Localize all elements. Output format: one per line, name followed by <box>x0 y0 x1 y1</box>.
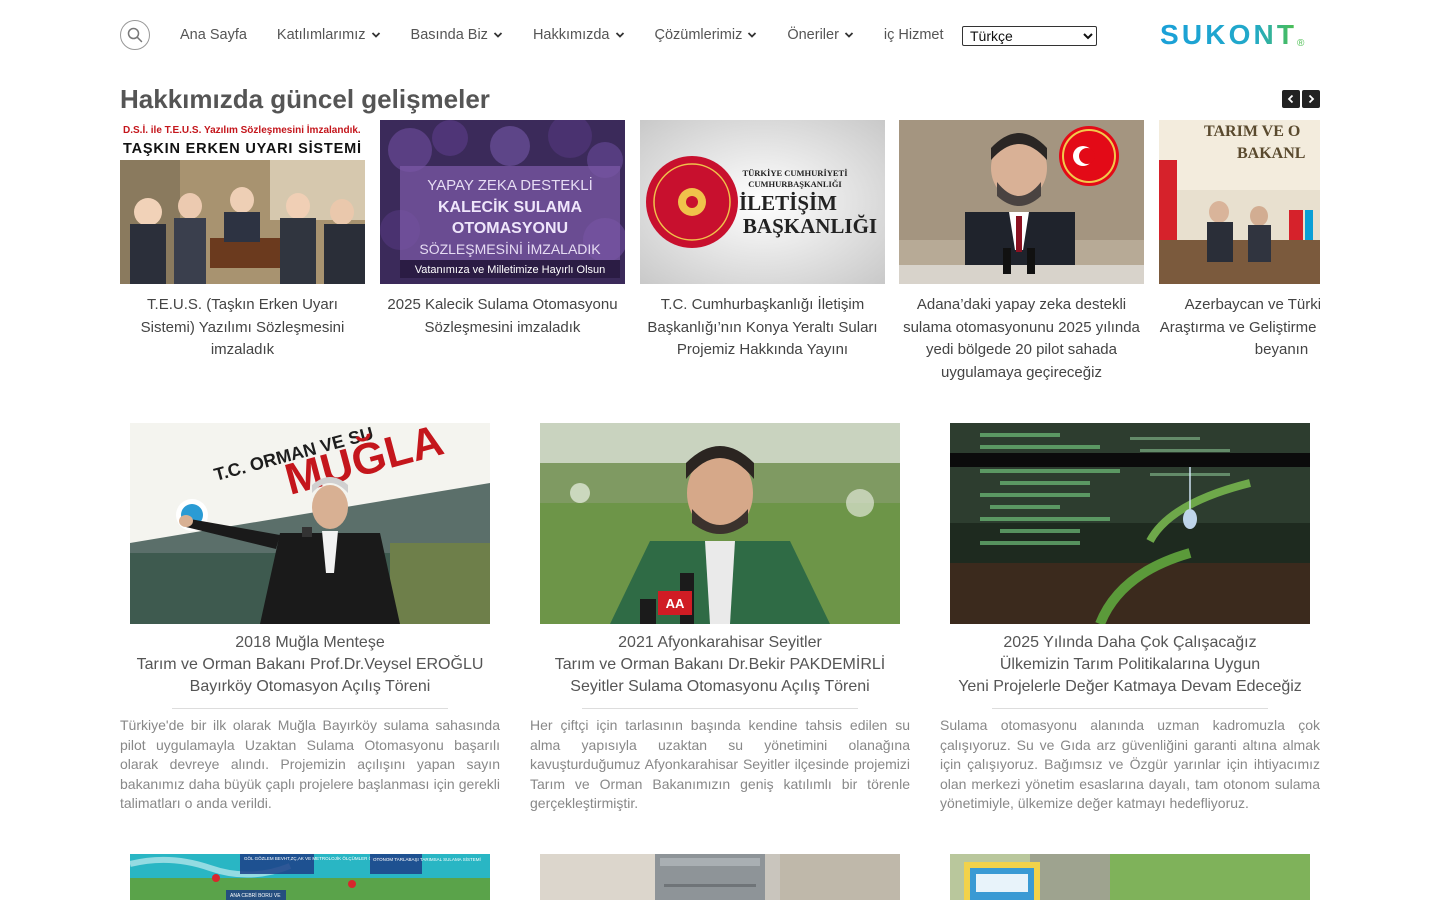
sukont-logo[interactable]: SUKONT ® <box>1160 19 1310 50</box>
slider-arrows <box>1282 90 1320 108</box>
news-slide-image: TÜRKİYE CUMHURİYETİ CUMHURBAŞKANLIĞI İLE… <box>640 120 885 284</box>
project-card-title-line: 2021 Afyonkarahisar Seyitler <box>618 634 822 651</box>
news-slide[interactable]: TÜRKİYE CUMHURİYETİ CUMHURBAŞKANLIĞI İLE… <box>640 120 885 362</box>
nav-item-label: Çözümlerimiz <box>654 27 743 43</box>
section-title: Hakkımızda güncel gelişmeler <box>120 84 490 114</box>
image-footer-text: Vatanımıza ve Milletimize Hayırlı Olsun <box>415 264 606 276</box>
image-subheadline: TAŞKIN ERKEN UYARI SİSTEMİ <box>123 140 361 157</box>
image-text-2: BAKANL <box>1237 145 1305 162</box>
project-card-description: Sulama otomasyonu alanında uzman kadromu… <box>940 717 1320 812</box>
nav-item-basinda-biz[interactable]: Basında Biz <box>411 27 503 43</box>
logo-image: SUKONT ® <box>1160 19 1305 50</box>
project-card-title: 2018 Muğla Menteşe Tarım ve Orman Bakanı… <box>120 632 500 698</box>
nav-item-hakkimizda[interactable]: Hakkımızda <box>533 27 625 43</box>
nav-item-label: Hakkımızda <box>532 27 610 43</box>
divider <box>582 708 858 709</box>
main-nav: Ana Sayfa Katılımlarımız Basında Biz Hak… <box>180 25 974 45</box>
news-slide[interactable]: D.S.İ. ile T.E.U.S. Yazılım Sözleşmesini… <box>120 120 365 362</box>
image-line-4: SÖZLEŞMESİNİ İMZALADIK <box>419 240 601 257</box>
language-select[interactable]: Türkçe <box>962 26 1097 46</box>
top-navigation-bar: Ana Sayfa Katılımlarımız Basında Biz Hak… <box>0 0 1440 70</box>
nav-item-label: Katılımlarımız <box>276 27 366 43</box>
nav-item-ic-hizmet[interactable]: iç Hizmet <box>884 27 944 43</box>
project-card[interactable]: T.C. ORMAN VE SU MUĞLA 2018 Muğla Menteş… <box>120 423 500 814</box>
chevron-down-icon <box>493 32 503 38</box>
project-card[interactable]: 2025 Yılında Daha Çok Çalışacağız Ülkemi… <box>940 423 1320 814</box>
news-slide-image <box>899 120 1144 284</box>
divider <box>172 708 448 709</box>
image-line-1: YAPAY ZEKA DESTEKLİ <box>427 176 593 194</box>
project-card-title-line: Seyitler Sulama Otomasyonu Açılış Töreni <box>570 678 870 695</box>
diagram-label: OTONOM TARLABAŞI TARIMSAL SULAMA SİSTEMİ <box>373 856 481 862</box>
chevron-right-icon <box>1308 94 1315 104</box>
logo-trademark: ® <box>1297 38 1305 49</box>
news-slide[interactable]: Adana’daki yapay zeka destekli sulama ot… <box>899 120 1144 384</box>
news-slide-image: YAPAY ZEKA DESTEKLİ KALECİK SULAMA OTOMA… <box>380 120 625 284</box>
project-card-title: 2021 Afyonkarahisar Seyitler Tarım ve Or… <box>530 632 910 698</box>
nav-item-label: iç Hizmet <box>883 27 944 43</box>
news-slide-caption[interactable]: T.C. Cumhurbaşkanlığı İletişim Başkanlığ… <box>640 294 885 362</box>
project-card-title-line: Bayırköy Otomasyon Açılış Töreni <box>189 678 431 695</box>
search-button[interactable] <box>120 20 150 50</box>
image-big-text-2: BAŞKANLIĞI <box>743 214 877 238</box>
news-slide-caption[interactable]: T.E.U.S. (Taşkın Erken Uyarı Sistemi) Ya… <box>120 294 365 362</box>
project-card-image[interactable] <box>950 854 1310 900</box>
image-line-2: KALECİK SULAMA <box>438 198 582 216</box>
news-slider: D.S.İ. ile T.E.U.S. Yazılım Sözleşmesini… <box>120 120 1320 390</box>
news-slide-caption[interactable]: 2025 Kalecik Sulama Otomasyonu Sözleşmes… <box>380 294 625 339</box>
project-card-image <box>950 423 1310 624</box>
nav-item-label: Öneriler <box>787 27 839 43</box>
project-card-title-line: Ülkemizin Tarım Politikalarına Uygun <box>999 656 1261 673</box>
project-card-title-line: 2025 Yılında Daha Çok Çalışacağız <box>1003 634 1257 651</box>
chevron-left-icon <box>1287 94 1294 104</box>
chevron-down-icon <box>371 32 380 38</box>
nav-item-label: Ana Sayfa <box>180 27 247 43</box>
search-icon <box>127 27 143 43</box>
project-card-title-line: 2018 Muğla Menteşe <box>235 634 385 651</box>
project-card-image: T.C. ORMAN VE SU MUĞLA <box>130 423 490 624</box>
project-card-image[interactable] <box>540 854 900 900</box>
news-slide-caption[interactable]: Azerbaycan ve Türkiye Tarım Araştırma ve… <box>1159 294 1320 362</box>
diagram-label: ANA CEBRİ BORU VE <box>230 892 281 899</box>
news-slide[interactable]: YAPAY ZEKA DESTEKLİ KALECİK SULAMA OTOMA… <box>380 120 625 339</box>
project-card-title-line: Tarım ve Orman Bakanı Prof.Dr.Veysel ERO… <box>136 656 484 673</box>
project-card-description: Her çiftçi için tarlasının başında kendi… <box>530 717 910 812</box>
project-card-title-line: Tarım ve Orman Bakanı Dr.Bekir PAKDEMİRL… <box>554 656 886 673</box>
nav-item-katilimlarimiz[interactable]: Katılımlarımız <box>277 27 381 43</box>
project-card[interactable]: AA 2021 Afyonkarahisar Seyitler Tarım ve… <box>530 423 910 814</box>
nav-item-oneriler[interactable]: Öneriler <box>787 27 854 43</box>
nav-item-label: Basında Biz <box>410 27 488 43</box>
image-headline: D.S.İ. ile T.E.U.S. Yazılım Sözleşmesini… <box>123 123 361 136</box>
chevron-down-icon <box>844 32 854 38</box>
news-slide[interactable]: TARIM VE O BAKANL Azerbaycan ve Türkiye … <box>1159 120 1320 362</box>
image-big-text-1: İLETİŞİM <box>739 191 837 215</box>
chevron-down-icon <box>748 32 757 38</box>
microphone-label: AA <box>666 596 685 611</box>
divider <box>992 708 1268 709</box>
image-text-1: TARIM VE O <box>1204 123 1300 140</box>
project-card-image: AA <box>540 423 900 624</box>
project-card-description: Türkiye'de bir ilk olarak Muğla Bayırköy… <box>120 717 500 812</box>
project-card-image[interactable]: GÖL GÖZLEM BEVHT,ZÇ,AK VE METROLOJİK ÖLÇ… <box>130 854 490 900</box>
project-card-title-line: Yeni Projelerle Değer Katmaya Devam Edec… <box>958 678 1302 695</box>
nav-item-cozumlerimiz[interactable]: Çözümlerimiz <box>655 27 758 43</box>
image-line-3: OTOMASYONU <box>452 220 568 237</box>
slider-next-button[interactable] <box>1302 90 1320 108</box>
project-card-title: 2025 Yılında Daha Çok Çalışacağız Ülkemi… <box>940 632 1320 698</box>
slider-prev-button[interactable] <box>1282 90 1300 108</box>
logo-text: SUKONT <box>1160 20 1295 50</box>
image-small-text-1: TÜRKİYE CUMHURİYETİ <box>742 168 848 178</box>
news-slide-image: TARIM VE O BAKANL <box>1159 120 1320 284</box>
chevron-down-icon <box>615 32 624 38</box>
news-slide-caption[interactable]: Adana’daki yapay zeka destekli sulama ot… <box>899 294 1144 384</box>
news-slide-image: D.S.İ. ile T.E.U.S. Yazılım Sözleşmesini… <box>120 120 365 284</box>
nav-item-ana-sayfa[interactable]: Ana Sayfa <box>180 27 247 43</box>
image-small-text-2: CUMHURBAŞKANLIĞI <box>748 179 842 189</box>
